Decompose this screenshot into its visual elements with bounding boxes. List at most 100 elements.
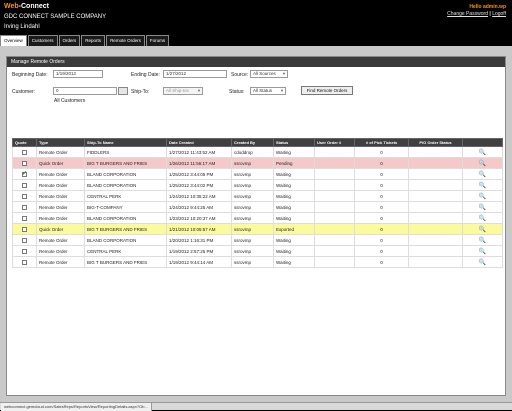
cell-created-by: ssrovmp <box>231 212 274 224</box>
quote-checkbox[interactable] <box>22 248 27 254</box>
cell-pick-tickets: 0 <box>354 201 409 213</box>
cell-type: Remote Order <box>36 212 85 224</box>
table-row[interactable]: Remote OrderBLAND CORPORATION1/25/2012 3… <box>12 168 503 180</box>
cell-user-order <box>314 223 355 235</box>
col-po-status[interactable]: P/O Order Status <box>408 138 463 147</box>
magnifier-icon[interactable]: 🔍 <box>479 150 486 156</box>
table-row[interactable]: Remote Order BIG T BURGERS AND FRIES 1/19/… <box>12 256 503 268</box>
table-row[interactable]: Quick Order BIG T BURGERS AND FRIES 1/26/2… <box>12 157 503 169</box>
magnifier-icon[interactable]: 🔍 <box>479 172 486 178</box>
col-pick-tickets[interactable]: # of Pick Tickets <box>354 138 409 147</box>
source-select[interactable]: All Sources ▼ <box>250 70 288 78</box>
quote-checkbox[interactable] <box>22 193 27 199</box>
table-row[interactable]: Remote Order BIG-T-COMPANY 1/24/2012 9:44:… <box>12 201 503 213</box>
magnifier-icon[interactable]: 🔍 <box>479 194 486 200</box>
cell-created-by: ssrovmp <box>231 179 274 191</box>
cell-quote <box>12 157 37 169</box>
quote-checkbox[interactable] <box>22 170 27 177</box>
magnifier-icon[interactable]: 🔍 <box>479 216 486 222</box>
user-name: Irving Lindahl <box>4 24 40 30</box>
table-row[interactable]: Remote OrderBLAND CORPORATION1/25/2012 3… <box>12 179 503 191</box>
cell-ship-to: BLAND CORPORATION <box>84 168 167 180</box>
top-header: Web-Connect GDC CONNECT SAMPLE COMPANY I… <box>0 0 512 46</box>
table-row[interactable]: Remote Order BLAND CORPORATION 1/23/2012 1… <box>12 212 503 224</box>
customer-lookup-button[interactable] <box>118 87 128 95</box>
col-created-by[interactable]: Created By <box>231 138 274 147</box>
cell-type: Quick Order <box>36 223 85 235</box>
cell-quote <box>12 234 37 246</box>
tab-remote-orders[interactable]: Remote Orders <box>106 35 145 46</box>
table-row[interactable]: Remote Order CENTRAL PERK 1/19/2012 2:57:2… <box>12 245 503 257</box>
browser-status-bar: webconnect.gemcloud.com/SalesReps/Report… <box>0 402 512 411</box>
cell-status: Exported <box>273 223 315 235</box>
quote-checkbox[interactable] <box>22 204 27 210</box>
col-ship-to-name[interactable]: Ship-To Name <box>84 138 167 147</box>
tab-reports[interactable]: Reports <box>81 35 106 46</box>
table-row[interactable]: Remote Order BLAND CORPORATION 1/20/2012 1… <box>12 234 503 246</box>
magnifier-icon[interactable]: 🔍 <box>479 260 486 266</box>
magnifier-icon[interactable]: 🔍 <box>479 183 486 189</box>
cell-quote <box>12 179 37 191</box>
quote-checkbox[interactable] <box>22 237 27 243</box>
source-label: Source: <box>231 72 249 78</box>
cell-pick-tickets: 0 <box>354 179 409 191</box>
quote-checkbox[interactable] <box>22 226 27 232</box>
cell-date-created: 1/26/2012 11:56:17 AM <box>166 157 232 169</box>
orders-table: Quote Type Ship-To Name Date Created Cre… <box>12 138 503 268</box>
cell-user-order <box>314 179 355 191</box>
app-logo: Web-Connect <box>4 3 49 10</box>
cell-user-order <box>314 201 355 213</box>
cell-po-status <box>408 190 463 202</box>
table-header-row: Quote Type Ship-To Name Date Created Cre… <box>12 138 503 147</box>
cell-date-created: 1/20/2012 1:16:31 PM <box>166 234 232 246</box>
cell-status: Pending <box>273 157 315 169</box>
status-select[interactable]: All Status ▼ <box>250 87 286 95</box>
quote-checkbox[interactable] <box>22 259 27 265</box>
table-row[interactable]: Quick Order BIG T BURGERS AND FRIES 1/21/2… <box>12 223 503 235</box>
cell-view: 🔍 <box>462 201 503 213</box>
col-user-order[interactable]: User Order # <box>314 138 355 147</box>
table-row[interactable]: Remote Order FIDDLERS 1/27/2012 11:43:52 A… <box>12 146 503 158</box>
cell-po-status <box>408 168 463 180</box>
magnifier-icon[interactable]: 🔍 <box>479 205 486 211</box>
col-type[interactable]: Type <box>36 138 85 147</box>
table-row[interactable]: Remote Order CENTRAL PERK 1/24/2012 10:35:… <box>12 190 503 202</box>
magnifier-icon[interactable]: 🔍 <box>479 249 486 255</box>
quote-checkbox[interactable] <box>22 160 27 166</box>
tab-customers[interactable]: Customers <box>27 35 58 46</box>
quote-checkbox[interactable] <box>22 149 27 155</box>
col-quote[interactable]: Quote <box>12 138 37 147</box>
cell-created-by: ssrovmp <box>231 234 274 246</box>
col-status[interactable]: Status <box>273 138 315 147</box>
change-password-link[interactable]: Change Password <box>447 11 488 17</box>
customer-input[interactable]: 0 <box>53 87 117 95</box>
cell-view: 🔍 <box>462 146 503 158</box>
quote-checkbox[interactable] <box>22 182 27 188</box>
chevron-down-icon: ▼ <box>197 88 201 93</box>
quote-checkbox[interactable] <box>22 215 27 221</box>
tab-orders[interactable]: Orders <box>58 35 81 46</box>
customer-label: Customer: <box>12 89 36 95</box>
link-separator: | <box>489 11 491 17</box>
cell-date-created: 1/21/2012 10:05:57 AM <box>166 223 232 235</box>
cell-date-created: 1/24/2012 9:44:25 AM <box>166 201 232 213</box>
ending-date-input[interactable]: 1/27/2012 <box>163 70 227 78</box>
cell-status: Waiting <box>273 168 315 180</box>
magnifier-icon[interactable]: 🔍 <box>479 227 486 233</box>
tab-overview[interactable]: Overview <box>0 35 27 46</box>
col-date-created[interactable]: Date Created <box>166 138 232 147</box>
ship-to-select[interactable]: All Ship-tos ▼ <box>163 87 203 95</box>
cell-view: 🔍 <box>462 212 503 224</box>
cell-view: 🔍 <box>462 234 503 246</box>
magnifier-icon[interactable]: 🔍 <box>479 161 486 167</box>
cell-type: Quick Order <box>36 157 85 169</box>
cell-status: Waiting <box>273 256 315 268</box>
logout-link[interactable]: Logoff <box>492 11 506 17</box>
brand-part2: -Connect <box>18 3 49 10</box>
find-remote-orders-button[interactable]: Find Remote Orders <box>301 86 353 95</box>
cell-status: Waiting <box>273 201 315 213</box>
beginning-date-input[interactable]: 1/19/2012 <box>53 70 103 78</box>
magnifier-icon[interactable]: 🔍 <box>479 238 486 244</box>
tab-forums[interactable]: Forums <box>145 35 170 46</box>
cell-created-by: ssrovmp <box>231 201 274 213</box>
